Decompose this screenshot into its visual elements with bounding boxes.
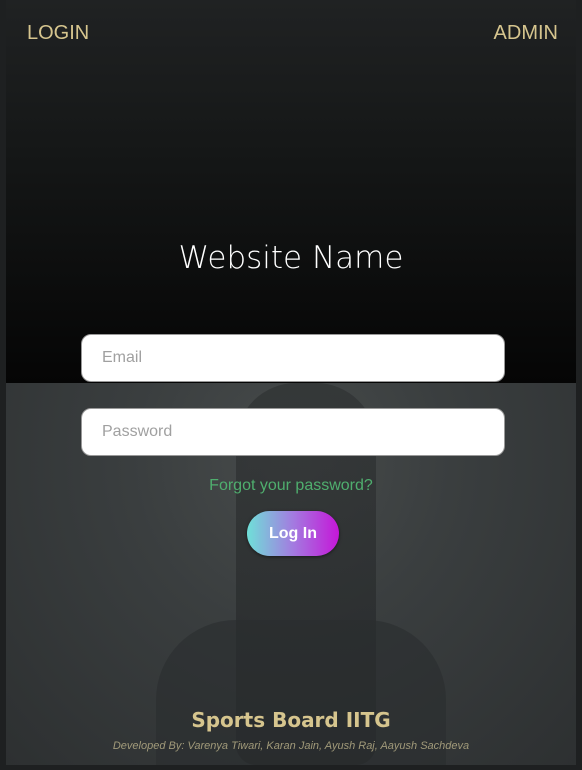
footer-brand: Sports Board IITG	[191, 708, 391, 732]
email-input[interactable]	[81, 334, 505, 382]
nav-admin-link[interactable]: ADMIN	[494, 22, 558, 45]
page-background	[6, 0, 576, 765]
nav-login-link[interactable]: LOGIN	[27, 22, 89, 45]
header-gradient	[6, 0, 576, 383]
login-button[interactable]: Log In	[247, 511, 339, 556]
footer-credits: Developed By: Varenya Tiwari, Karan Jain…	[112, 740, 470, 752]
forgot-password-link[interactable]: Forgot your password?	[0, 477, 582, 495]
page-title: Website Name	[178, 240, 404, 276]
password-input[interactable]	[81, 408, 505, 456]
